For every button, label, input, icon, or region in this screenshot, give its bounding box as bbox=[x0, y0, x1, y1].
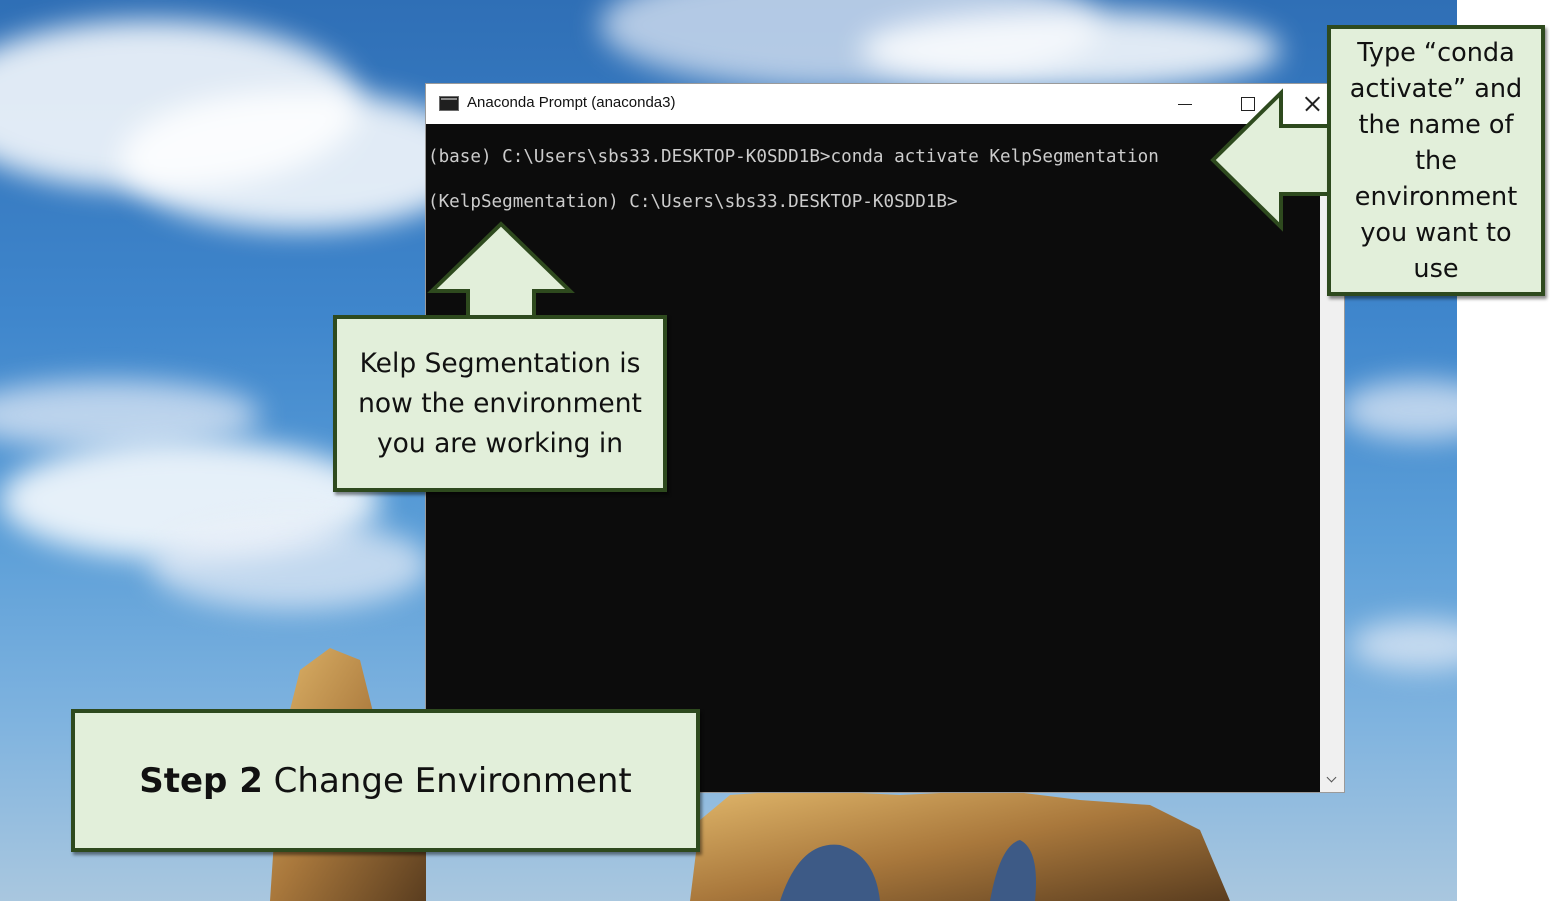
left-arrow-shape bbox=[1210, 88, 1335, 232]
console-line-activate-command: (base) C:\Users\sbs33.DESKTOP-K0SDD1B>co… bbox=[428, 147, 1159, 167]
step-caption-box: Step 2 Change Environment bbox=[71, 709, 700, 852]
step-caption: Step 2 Change Environment bbox=[139, 761, 632, 801]
step-title: Change Environment bbox=[262, 760, 632, 801]
callout-conda-activate-text: Type “conda activate” and the name of th… bbox=[1349, 37, 1523, 284]
scroll-down-icon[interactable] bbox=[1320, 768, 1344, 792]
window-titlebar[interactable]: Anaconda Prompt (anaconda3) bbox=[426, 84, 1344, 124]
up-arrow-shape bbox=[427, 221, 575, 322]
window-title: Anaconda Prompt (anaconda3) bbox=[467, 94, 676, 111]
console-icon bbox=[439, 96, 459, 111]
callout-conda-activate-hint: Type “conda activate” and the name of th… bbox=[1327, 25, 1545, 296]
callout-environment-text: Kelp Segmentation is now the environment… bbox=[358, 347, 642, 459]
step-number: Step 2 bbox=[139, 760, 263, 801]
console-line-new-prompt: (KelpSegmentation) C:\Users\sbs33.DESKTO… bbox=[428, 192, 958, 212]
minimize-icon[interactable] bbox=[1154, 84, 1216, 124]
callout-environment-note: Kelp Segmentation is now the environment… bbox=[333, 315, 667, 492]
